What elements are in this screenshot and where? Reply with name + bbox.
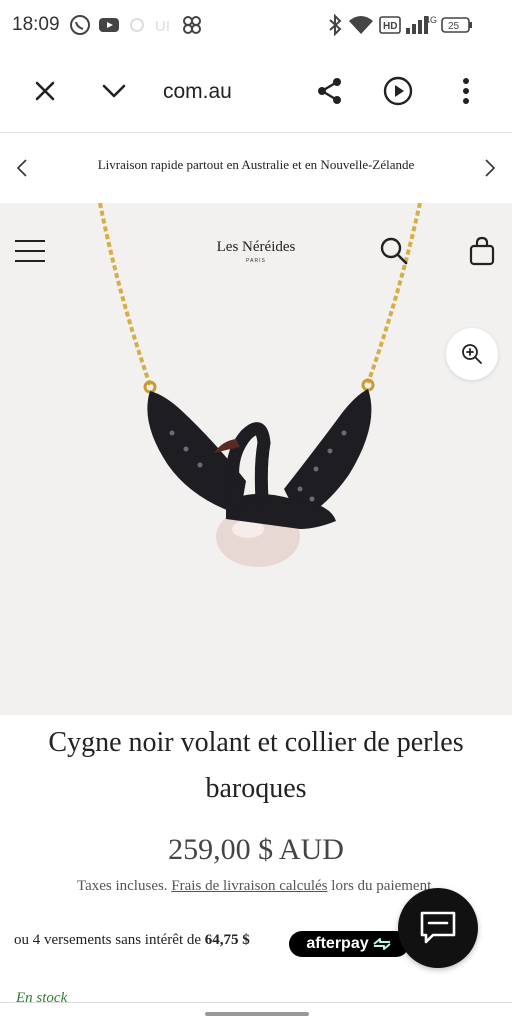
search-button[interactable] [374,231,414,271]
swan-necklace-image [98,203,422,567]
product-image[interactable] [0,203,512,715]
svg-text:HD: HD [383,21,397,32]
more-vert-icon [463,78,469,104]
share-icon [318,78,341,104]
installments-info: ou 4 versements sans intérêt de 64,75 $ [14,932,250,949]
close-icon [35,81,55,101]
pinwheel-icon [180,13,204,37]
product-price: 259,00 $ AUD [168,833,344,866]
close-tab-button[interactable] [25,71,65,111]
chat-button[interactable] [398,888,478,968]
chevron-right-icon [485,159,496,177]
installments-prefix: ou 4 versements sans intérêt de [14,932,202,948]
afterpay-logo-icon [372,938,391,950]
announcement-text: Livraison rapide partout en Australie et… [97,157,415,172]
zoom-in-icon [462,344,482,364]
collapse-button[interactable] [94,71,134,111]
svg-text:UI: UI [155,18,170,34]
announcement-next-button[interactable] [470,148,510,188]
store-logo[interactable]: Les Néréides [0,239,512,256]
wifi-icon [346,13,376,37]
whatsapp-icon [68,13,92,37]
signal-icon: 4G [404,13,440,37]
svg-text:25: 25 [448,21,460,32]
chevron-left-icon [16,159,27,177]
zoom-image-button[interactable] [446,328,498,380]
bluetooth-icon [326,13,344,37]
afterpay-label: afterpay [306,935,369,952]
more-options-button[interactable] [446,71,486,111]
product-title: Cygne noir volant et collier de perles b… [48,727,464,804]
tax-prefix: Taxes incluses. [76,878,168,894]
announcement-prev-button[interactable] [2,148,42,188]
svg-text:4G: 4G [425,15,437,25]
search-icon [380,237,408,265]
chat-icon [420,911,456,944]
play-circle-icon [383,76,413,106]
store-logo-subtitle: PARIS [246,258,266,264]
browser-toolbar [0,52,512,133]
battery-icon: 25 [441,13,473,37]
chevron-down-icon [102,84,126,98]
gesture-handle[interactable] [205,1012,309,1016]
youtube-icon [97,13,121,37]
share-button[interactable] [310,71,350,111]
installment-amount: 64,75 $ [204,932,250,948]
play-button[interactable] [378,71,418,111]
url-display[interactable]: com.au [163,80,232,104]
app-faded-icon: UI [152,13,178,37]
settings-faded-icon [126,13,148,37]
cart-button[interactable] [462,231,502,271]
shopping-bag-icon [469,236,495,266]
hd-icon: HD [379,13,401,37]
afterpay-badge[interactable]: afterpay [289,931,409,957]
shipping-policy-link[interactable]: Frais de livraison calculés [171,878,327,894]
status-time: 18:09 [12,14,60,35]
